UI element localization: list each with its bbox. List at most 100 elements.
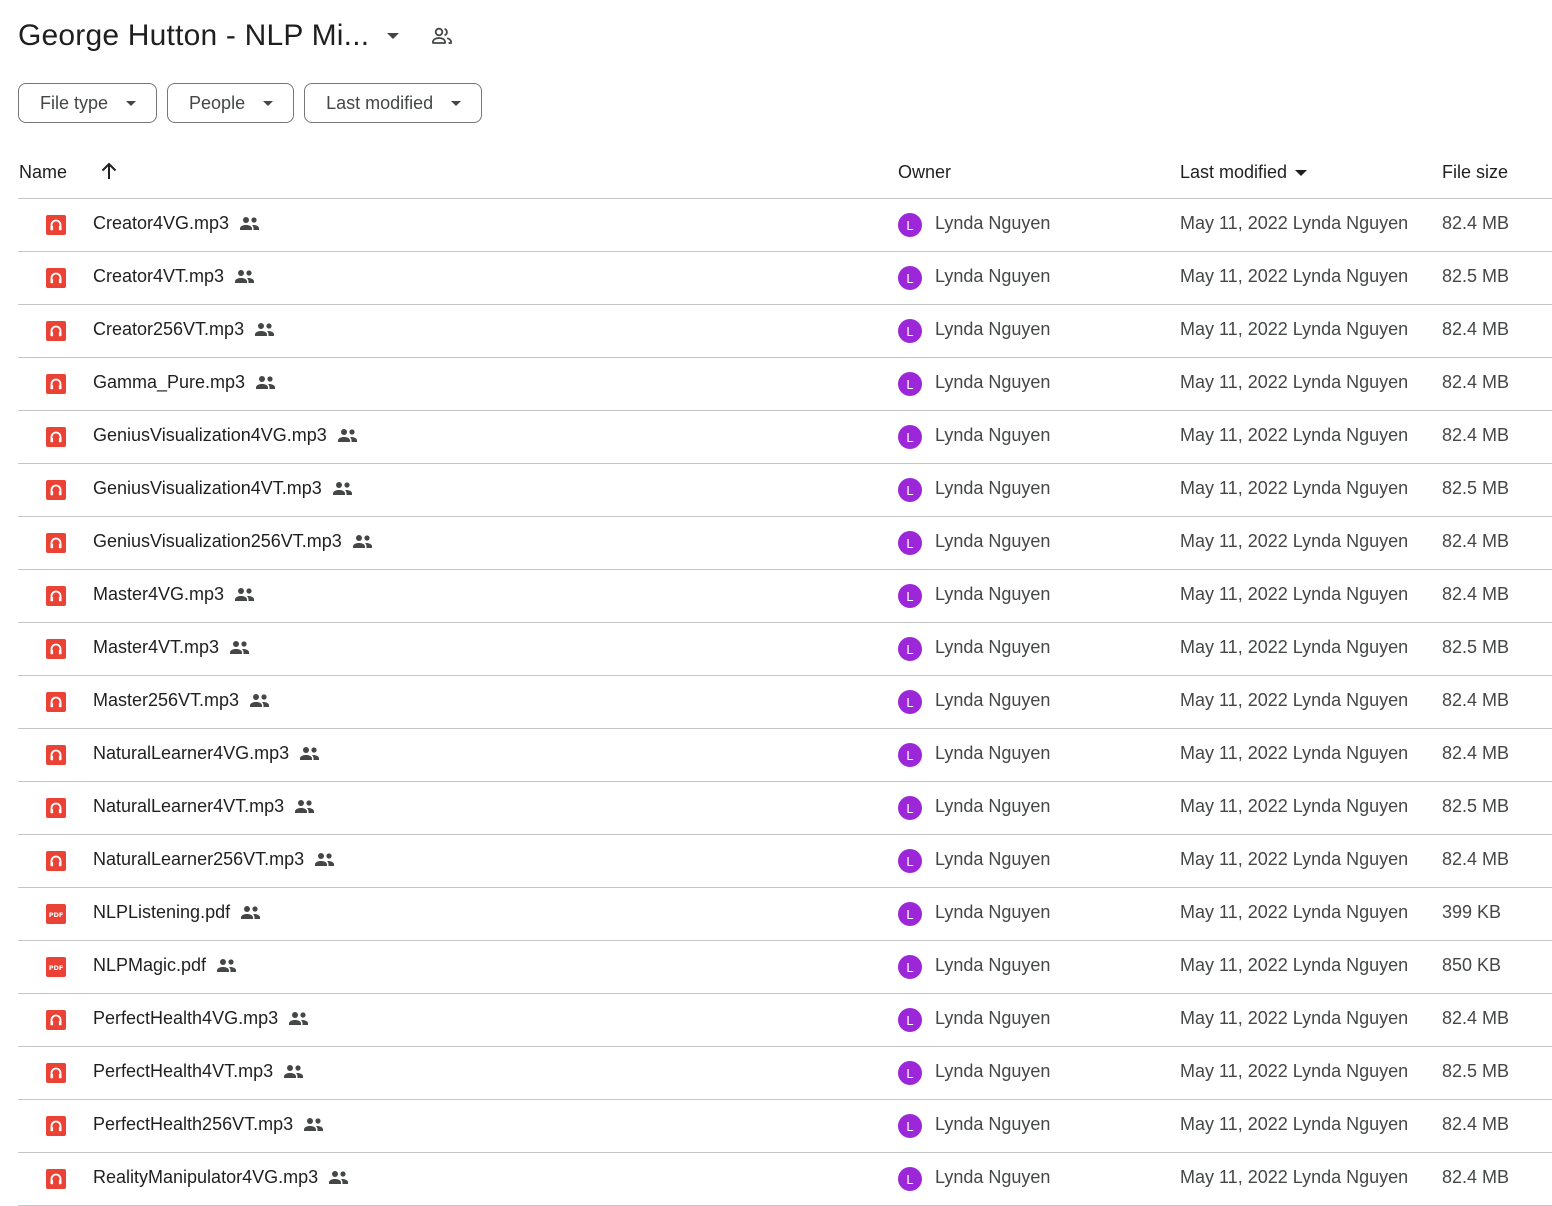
column-header-label: Last modified [1180,162,1288,182]
table-row[interactable]: PDF NLPListening.pdf L Lynda Nguyen May 11, … [18,888,1552,941]
arrow-up-icon[interactable] [98,160,120,182]
file-name-cell: Creator256VT.mp3 [93,319,276,340]
caret-down-icon[interactable] [387,33,400,39]
audio-file-icon [46,1063,66,1083]
last-modified: May 11, 2022 Lynda Nguyen [1180,690,1409,710]
last-modified: May 11, 2022 Lynda Nguyen [1180,796,1409,816]
file-size: 399 KB [1442,902,1502,922]
filter-people[interactable]: People [167,83,295,123]
file-name-cell: PerfectHealth4VG.mp3 [93,1008,310,1029]
avatar: L [898,955,922,979]
file-size: 82.4 MB [1442,584,1510,604]
shared-people-icon [234,269,256,285]
file-name: Master4VG.mp3 [93,584,225,604]
table-row[interactable]: PerfectHealth4VT.mp3 L Lynda Nguyen May 11,… [18,1047,1552,1100]
table-row[interactable]: PDF NLPMagic.pdf L Lynda Nguyen May 11, 2022… [18,941,1552,994]
audio-file-icon [46,745,66,765]
avatar: L [898,478,922,502]
avatar: L [898,690,922,714]
shared-people-icon [299,746,321,762]
file-name: Gamma_Pure.mp3 [93,372,246,392]
table-row[interactable]: Master256VT.mp3 L Lynda Nguyen May 11, 2022… [18,676,1552,729]
file-name-cell: Creator4VG.mp3 [93,213,261,234]
file-name-cell: NaturalLearner256VT.mp3 [93,849,336,870]
avatar: L [898,1114,922,1138]
last-modified: May 11, 2022 Lynda Nguyen [1180,213,1409,233]
column-header-owner[interactable]: Owner [898,162,951,183]
filter-label: People [189,92,246,113]
file-size: 82.5 MB [1442,266,1510,286]
owner-name: Lynda Nguyen [935,372,1051,392]
shared-people-icon [249,693,271,709]
table-row[interactable]: Gamma_Pure.mp3 L Lynda Nguyen May 11, 2022 … [18,358,1552,411]
audio-file-icon [46,268,66,288]
table-body: Creator4VG.mp3 L Lynda Nguyen May 11, 2022 … [18,199,1552,1206]
file-name-cell: Gamma_Pure.mp3 [93,372,277,393]
file-size: 82.4 MB [1442,213,1510,233]
column-header-name[interactable]: Name [19,162,67,183]
shared-people-icon [240,905,262,921]
caret-down-icon [451,100,462,106]
last-modified: May 11, 2022 Lynda Nguyen [1180,1167,1409,1187]
file-size: 82.4 MB [1442,1008,1510,1028]
file-name: Creator256VT.mp3 [93,319,245,339]
table-row[interactable]: Creator256VT.mp3 L Lynda Nguyen May 11, 202… [18,305,1552,358]
file-name-cell: RealityManipulator4VG.mp3 [93,1167,350,1188]
pdf-file-icon: PDF [46,904,66,924]
shared-people-icon[interactable] [429,23,455,49]
folder-title[interactable]: George Hutton - NLP Mi... [18,19,369,53]
owner-name: Lynda Nguyen [935,796,1051,816]
file-size: 82.4 MB [1442,319,1510,339]
avatar: L [898,531,922,555]
table-row[interactable]: Creator4VT.mp3 L Lynda Nguyen May 11, 2022 … [18,252,1552,305]
avatar: L [898,1008,922,1032]
avatar: L [898,266,922,290]
file-name-cell: NaturalLearner4VG.mp3 [93,743,321,764]
caret-down-icon [126,100,137,106]
last-modified: May 11, 2022 Lynda Nguyen [1180,1114,1409,1134]
table-row[interactable]: GeniusVisualization4VT.mp3 L Lynda Nguyen M… [18,464,1552,517]
file-size: 82.5 MB [1442,478,1510,498]
filter-file-type[interactable]: File type [18,83,158,123]
avatar: L [898,1061,922,1085]
table-row[interactable]: Master4VG.mp3 L Lynda Nguyen May 11, 2022 L… [18,570,1552,623]
filter-last-modified[interactable]: Last modified [304,83,483,123]
shared-people-icon [283,1064,305,1080]
owner-name: Lynda Nguyen [935,1167,1051,1187]
table-row[interactable]: NaturalLearner4VG.mp3 L Lynda Nguyen May 11… [18,729,1552,782]
table-row[interactable]: NaturalLearner256VT.mp3 L Lynda Nguyen May … [18,835,1552,888]
caret-down-icon [263,100,274,106]
audio-file-icon [46,427,66,447]
owner-name: Lynda Nguyen [935,902,1051,922]
file-size: 82.5 MB [1442,796,1510,816]
avatar: L [898,902,922,926]
file-name: Master256VT.mp3 [93,690,240,710]
shared-people-icon [314,852,336,868]
table-row[interactable]: GeniusVisualization256VT.mp3 L Lynda Nguye… [18,517,1552,570]
file-name-cell: GeniusVisualization4VG.mp3 [93,425,359,446]
pdf-file-icon: PDF [46,957,66,977]
table-row[interactable]: RealityManipulator4VG.mp3 L Lynda Nguyen Ma… [18,1153,1552,1206]
column-header-last-modified[interactable]: Last modified [1180,162,1308,183]
file-name: Master4VT.mp3 [93,637,220,657]
table-row[interactable]: GeniusVisualization4VG.mp3 L Lynda Nguyen M… [18,411,1552,464]
table-row[interactable]: Master4VT.mp3 L Lynda Nguyen May 11, 2022 L… [18,623,1552,676]
filter-bar: File type People Last modified [18,83,483,123]
table-row[interactable]: PerfectHealth256VT.mp3 L Lynda Nguyen May 1… [18,1100,1552,1153]
file-name: GeniusVisualization256VT.mp3 [93,531,342,551]
owner-name: Lynda Nguyen [935,849,1051,869]
file-size: 82.4 MB [1442,849,1510,869]
table-row[interactable]: PerfectHealth4VG.mp3 L Lynda Nguyen May 11,… [18,994,1552,1047]
file-name-cell: Master256VT.mp3 [93,690,271,711]
svg-text:PDF: PDF [49,964,64,972]
avatar: L [898,1167,922,1191]
column-header-file-size[interactable]: File size [1442,162,1508,183]
table-row[interactable]: NaturalLearner4VT.mp3 L Lynda Nguyen May 11… [18,782,1552,835]
last-modified: May 11, 2022 Lynda Nguyen [1180,372,1409,392]
audio-file-icon [46,1010,66,1030]
file-size: 82.4 MB [1442,425,1510,445]
avatar: L [898,743,922,767]
table-row[interactable]: Creator4VG.mp3 L Lynda Nguyen May 11, 2022 … [18,199,1552,252]
shared-people-icon [303,1117,325,1133]
avatar: L [898,637,922,661]
